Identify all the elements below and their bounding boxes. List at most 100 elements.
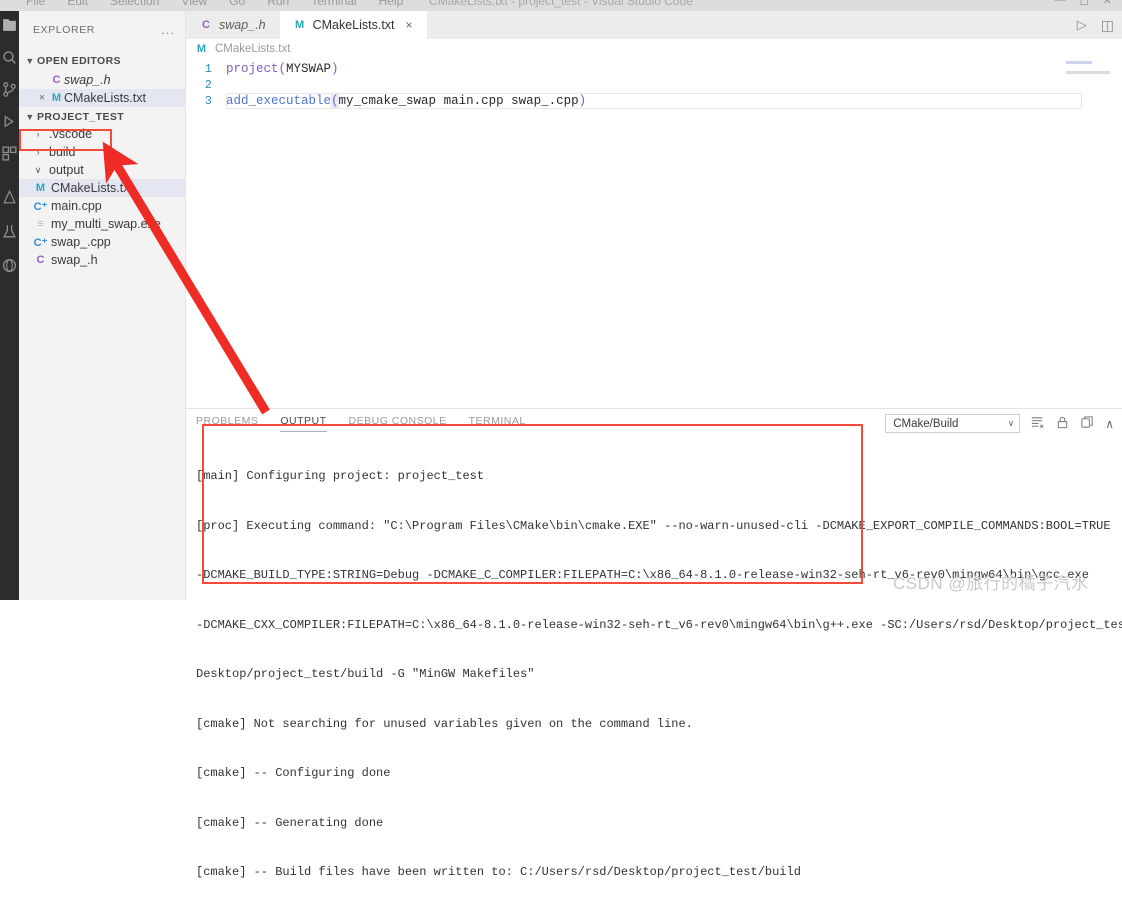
- code-token-lparen: (: [278, 62, 287, 76]
- cmake-file-icon: M: [35, 182, 46, 194]
- breadcrumb[interactable]: M CMakeLists.txt: [194, 39, 291, 59]
- cmake-file-icon: M: [51, 92, 62, 104]
- code-token-sources: my_cmake_swap main.cpp swap_.cpp: [338, 94, 579, 108]
- cpp-file-icon: C⁺: [33, 236, 48, 249]
- minimize-icon[interactable]: —: [1055, 0, 1066, 7]
- tab-problems[interactable]: PROBLEMS: [196, 415, 258, 432]
- breadcrumb-label: CMakeLists.txt: [215, 43, 291, 55]
- close-icon[interactable]: ×: [35, 92, 49, 104]
- section-open-editors-label: OPEN EDITORS: [37, 55, 121, 67]
- code-line: 1 project(MYSWAP): [186, 61, 1122, 77]
- tab-swap-h[interactable]: C swap_.h: [186, 11, 280, 39]
- output-line: [proc] Executing command: "C:\Program Fi…: [196, 518, 1111, 533]
- tree-item-label: main.cpp: [51, 199, 102, 213]
- tab-terminal[interactable]: TERMINAL: [469, 415, 526, 432]
- clear-output-icon[interactable]: [1030, 415, 1045, 433]
- remote-explorer-icon[interactable]: [1, 257, 18, 274]
- split-panel-icon[interactable]: [1080, 415, 1095, 433]
- code-line-current: 3 add_executable(my_cmake_swap main.cpp …: [186, 93, 1122, 109]
- vscode-window: File Edit Selection View Go Run Terminal…: [0, 0, 1122, 879]
- window-title: CMakeLists.txt - project_test - Visual S…: [429, 0, 693, 8]
- tab-cmakelists[interactable]: M CMakeLists.txt ×: [279, 11, 427, 39]
- close-icon[interactable]: ×: [406, 18, 413, 32]
- section-project-test[interactable]: ▼ PROJECT_TEST: [19, 107, 185, 127]
- window-controls[interactable]: — ◻ ✕: [1055, 0, 1112, 7]
- tree-item-label: build: [49, 145, 76, 159]
- c-header-icon: C: [52, 74, 61, 86]
- tree-item-build[interactable]: › build: [19, 143, 185, 161]
- output-channel-select[interactable]: CMake/Build ∨: [885, 414, 1021, 433]
- chevron-down-icon: ∨: [1007, 418, 1015, 428]
- explorer-icon[interactable]: [1, 17, 18, 34]
- title-bar: File Edit Selection View Go Run Terminal…: [0, 0, 1122, 11]
- code-text: add_executable(my_cmake_swap main.cpp sw…: [226, 94, 586, 108]
- tree-item-my-multi-swap-exe[interactable]: ≡ my_multi_swap.exe: [19, 215, 185, 233]
- run-debug-icon[interactable]: [1, 113, 18, 130]
- output-line: [cmake] Not searching for unused variabl…: [196, 716, 693, 731]
- run-code-icon[interactable]: ▷: [1077, 17, 1087, 33]
- code-line: 2: [186, 77, 1122, 93]
- tab-label: CMakeLists.txt: [312, 18, 395, 32]
- minimap[interactable]: [1066, 61, 1112, 81]
- panel-actions: CMake/Build ∨ ∧: [885, 414, 1114, 433]
- sidebar-title: EXPLORER: [33, 24, 95, 36]
- tree-item-output[interactable]: ∨ output: [19, 161, 185, 179]
- chevron-down-icon: ∨: [34, 164, 42, 175]
- chevron-right-icon: ›: [36, 147, 40, 157]
- sidebar-more-icon[interactable]: ...: [161, 23, 175, 36]
- output-line: [cmake] -- Build files have been written…: [196, 865, 801, 879]
- split-editor-icon[interactable]: ◫: [1101, 17, 1114, 34]
- search-icon[interactable]: [1, 49, 18, 66]
- source-control-icon[interactable]: [1, 81, 18, 98]
- chevron-down-icon: ▼: [25, 56, 35, 66]
- code-token-project: project: [226, 62, 279, 76]
- cmake-file-icon: M: [294, 19, 305, 31]
- panel-tab-bar: PROBLEMS OUTPUT DEBUG CONSOLE TERMINAL: [196, 415, 526, 432]
- minimap-line: [1066, 71, 1110, 74]
- tree-item-vscode[interactable]: › .vscode: [19, 125, 185, 143]
- section-project-label: PROJECT_TEST: [37, 111, 125, 123]
- cmake-file-icon: M: [196, 43, 207, 55]
- editor-actions: ▷ ◫: [1077, 11, 1114, 39]
- testing-icon[interactable]: [1, 223, 18, 240]
- tree-item-label: my_multi_swap.exe: [51, 217, 161, 231]
- open-editor-label: swap_.h: [64, 73, 111, 87]
- tree-item-label: swap_.cpp: [51, 235, 111, 249]
- output-line: [main] Configuring project: project_test: [196, 469, 485, 483]
- cmake-icon[interactable]: [1, 189, 18, 206]
- maximize-icon[interactable]: ◻: [1080, 0, 1089, 7]
- c-header-icon: C: [36, 254, 45, 266]
- c-header-icon: C: [202, 19, 210, 31]
- code-token-rparen: ): [331, 62, 339, 76]
- open-editor-item-swap-h[interactable]: C swap_.h: [19, 71, 185, 89]
- collapse-panel-icon[interactable]: ∧: [1105, 417, 1114, 431]
- tree-item-swap-cpp[interactable]: C⁺ swap_.cpp: [19, 233, 185, 251]
- tree-item-cmakelists[interactable]: M CMakeLists.txt: [19, 179, 185, 197]
- lock-icon[interactable]: [1055, 415, 1070, 433]
- tab-debug-console[interactable]: DEBUG CONSOLE: [349, 415, 447, 432]
- output-line: [cmake] -- Configuring done: [196, 766, 391, 780]
- code-token-myswap: MYSWAP: [286, 62, 332, 76]
- output-console[interactable]: [main] Configuring project: project_test…: [196, 435, 1122, 914]
- code-editor[interactable]: 1 project(MYSWAP) 2 3 add_executable(my_…: [186, 61, 1122, 109]
- tree-item-swap-h[interactable]: C swap_.h: [19, 251, 185, 269]
- code-token-lparen: (: [331, 94, 339, 108]
- open-editor-label: CMakeLists.txt: [64, 91, 146, 105]
- cpp-file-icon: C⁺: [33, 200, 48, 213]
- line-number: 2: [204, 78, 212, 92]
- tree-item-main-cpp[interactable]: C⁺ main.cpp: [19, 197, 185, 215]
- tree-item-label: .vscode: [49, 127, 93, 141]
- code-token-add-executable: add_executable: [226, 94, 332, 108]
- executable-file-icon: ≡: [37, 218, 44, 230]
- extensions-icon[interactable]: [1, 145, 18, 162]
- csdn-watermark: CSDN @旅行的橘子汽水: [893, 574, 1089, 593]
- minimap-line: [1066, 61, 1092, 64]
- editor-tab-bar: C swap_.h M CMakeLists.txt × ▷ ◫: [186, 11, 1122, 39]
- section-open-editors[interactable]: ▼ OPEN EDITORS: [19, 51, 185, 71]
- open-editor-item-cmakelists[interactable]: × M CMakeLists.txt: [19, 89, 185, 107]
- close-icon[interactable]: ✕: [1103, 0, 1112, 7]
- output-channel-value: CMake/Build: [893, 417, 959, 430]
- line-number: 1: [204, 62, 212, 76]
- tab-output[interactable]: OUTPUT: [280, 415, 327, 432]
- output-line: Desktop/project_test/build -G "MinGW Mak…: [196, 667, 535, 681]
